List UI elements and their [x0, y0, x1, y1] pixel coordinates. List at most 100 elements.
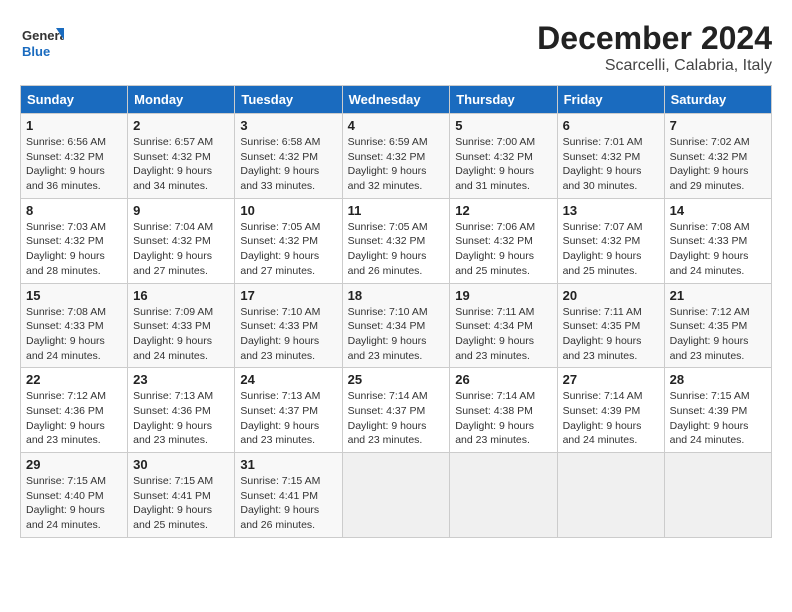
day-number: 17	[240, 288, 336, 303]
day-info: Sunrise: 7:14 AMSunset: 4:39 PMDaylight:…	[563, 389, 659, 448]
page-header: General Blue December 2024 Scarcelli, Ca…	[20, 20, 772, 75]
calendar-day-18: 18 Sunrise: 7:10 AMSunset: 4:34 PMDaylig…	[342, 283, 450, 368]
day-number: 28	[670, 372, 766, 387]
calendar-day-13: 13 Sunrise: 7:07 AMSunset: 4:32 PMDaylig…	[557, 198, 664, 283]
day-info: Sunrise: 7:15 AMSunset: 4:39 PMDaylight:…	[670, 389, 766, 448]
calendar-day-26: 26 Sunrise: 7:14 AMSunset: 4:38 PMDaylig…	[450, 368, 557, 453]
calendar-day-29: 29 Sunrise: 7:15 AMSunset: 4:40 PMDaylig…	[21, 453, 128, 538]
day-info: Sunrise: 7:09 AMSunset: 4:33 PMDaylight:…	[133, 305, 229, 364]
day-info: Sunrise: 7:15 AMSunset: 4:41 PMDaylight:…	[240, 474, 336, 533]
day-info: Sunrise: 7:10 AMSunset: 4:33 PMDaylight:…	[240, 305, 336, 364]
day-number: 3	[240, 118, 336, 133]
day-number: 2	[133, 118, 229, 133]
calendar-week-row: 29 Sunrise: 7:15 AMSunset: 4:40 PMDaylig…	[21, 453, 772, 538]
calendar-day-24: 24 Sunrise: 7:13 AMSunset: 4:37 PMDaylig…	[235, 368, 342, 453]
calendar-day-19: 19 Sunrise: 7:11 AMSunset: 4:34 PMDaylig…	[450, 283, 557, 368]
day-info: Sunrise: 7:06 AMSunset: 4:32 PMDaylight:…	[455, 220, 551, 279]
calendar-day-11: 11 Sunrise: 7:05 AMSunset: 4:32 PMDaylig…	[342, 198, 450, 283]
day-info: Sunrise: 7:02 AMSunset: 4:32 PMDaylight:…	[670, 135, 766, 194]
day-number: 5	[455, 118, 551, 133]
calendar-title: December 2024	[537, 20, 772, 57]
day-info: Sunrise: 7:11 AMSunset: 4:34 PMDaylight:…	[455, 305, 551, 364]
day-number: 7	[670, 118, 766, 133]
header-sunday: Sunday	[21, 86, 128, 114]
day-info: Sunrise: 7:12 AMSunset: 4:36 PMDaylight:…	[26, 389, 122, 448]
day-info: Sunrise: 7:13 AMSunset: 4:37 PMDaylight:…	[240, 389, 336, 448]
day-info: Sunrise: 6:57 AMSunset: 4:32 PMDaylight:…	[133, 135, 229, 194]
day-number: 30	[133, 457, 229, 472]
calendar-table: Sunday Monday Tuesday Wednesday Thursday…	[20, 85, 772, 538]
day-number: 12	[455, 203, 551, 218]
calendar-day-8: 8 Sunrise: 7:03 AMSunset: 4:32 PMDayligh…	[21, 198, 128, 283]
day-number: 27	[563, 372, 659, 387]
day-number: 25	[348, 372, 445, 387]
day-info: Sunrise: 7:05 AMSunset: 4:32 PMDaylight:…	[348, 220, 445, 279]
calendar-day-21: 21 Sunrise: 7:12 AMSunset: 4:35 PMDaylig…	[664, 283, 771, 368]
day-info: Sunrise: 6:59 AMSunset: 4:32 PMDaylight:…	[348, 135, 445, 194]
day-number: 19	[455, 288, 551, 303]
day-info: Sunrise: 7:04 AMSunset: 4:32 PMDaylight:…	[133, 220, 229, 279]
calendar-day-1: 1 Sunrise: 6:56 AMSunset: 4:32 PMDayligh…	[21, 114, 128, 199]
calendar-day-10: 10 Sunrise: 7:05 AMSunset: 4:32 PMDaylig…	[235, 198, 342, 283]
svg-text:Blue: Blue	[22, 44, 50, 59]
day-info: Sunrise: 7:08 AMSunset: 4:33 PMDaylight:…	[670, 220, 766, 279]
calendar-day-28: 28 Sunrise: 7:15 AMSunset: 4:39 PMDaylig…	[664, 368, 771, 453]
day-info: Sunrise: 7:13 AMSunset: 4:36 PMDaylight:…	[133, 389, 229, 448]
day-info: Sunrise: 7:07 AMSunset: 4:32 PMDaylight:…	[563, 220, 659, 279]
calendar-day-25: 25 Sunrise: 7:14 AMSunset: 4:37 PMDaylig…	[342, 368, 450, 453]
calendar-day-12: 12 Sunrise: 7:06 AMSunset: 4:32 PMDaylig…	[450, 198, 557, 283]
day-info: Sunrise: 7:10 AMSunset: 4:34 PMDaylight:…	[348, 305, 445, 364]
day-number: 6	[563, 118, 659, 133]
calendar-day-14: 14 Sunrise: 7:08 AMSunset: 4:33 PMDaylig…	[664, 198, 771, 283]
day-info: Sunrise: 7:05 AMSunset: 4:32 PMDaylight:…	[240, 220, 336, 279]
calendar-week-row: 8 Sunrise: 7:03 AMSunset: 4:32 PMDayligh…	[21, 198, 772, 283]
calendar-day-16: 16 Sunrise: 7:09 AMSunset: 4:33 PMDaylig…	[128, 283, 235, 368]
empty-cell	[450, 453, 557, 538]
calendar-day-3: 3 Sunrise: 6:58 AMSunset: 4:32 PMDayligh…	[235, 114, 342, 199]
calendar-day-27: 27 Sunrise: 7:14 AMSunset: 4:39 PMDaylig…	[557, 368, 664, 453]
calendar-day-23: 23 Sunrise: 7:13 AMSunset: 4:36 PMDaylig…	[128, 368, 235, 453]
calendar-day-9: 9 Sunrise: 7:04 AMSunset: 4:32 PMDayligh…	[128, 198, 235, 283]
day-number: 22	[26, 372, 122, 387]
calendar-day-7: 7 Sunrise: 7:02 AMSunset: 4:32 PMDayligh…	[664, 114, 771, 199]
day-info: Sunrise: 7:12 AMSunset: 4:35 PMDaylight:…	[670, 305, 766, 364]
day-number: 15	[26, 288, 122, 303]
day-number: 13	[563, 203, 659, 218]
day-info: Sunrise: 7:11 AMSunset: 4:35 PMDaylight:…	[563, 305, 659, 364]
day-number: 10	[240, 203, 336, 218]
calendar-day-5: 5 Sunrise: 7:00 AMSunset: 4:32 PMDayligh…	[450, 114, 557, 199]
calendar-subtitle: Scarcelli, Calabria, Italy	[537, 57, 772, 75]
day-number: 9	[133, 203, 229, 218]
day-number: 31	[240, 457, 336, 472]
calendar-day-15: 15 Sunrise: 7:08 AMSunset: 4:33 PMDaylig…	[21, 283, 128, 368]
day-number: 16	[133, 288, 229, 303]
day-info: Sunrise: 7:14 AMSunset: 4:37 PMDaylight:…	[348, 389, 445, 448]
header-monday: Monday	[128, 86, 235, 114]
logo-icon: General Blue	[20, 20, 64, 64]
day-number: 21	[670, 288, 766, 303]
day-number: 24	[240, 372, 336, 387]
title-block: December 2024 Scarcelli, Calabria, Italy	[537, 20, 772, 75]
empty-cell	[664, 453, 771, 538]
day-info: Sunrise: 7:00 AMSunset: 4:32 PMDaylight:…	[455, 135, 551, 194]
calendar-day-6: 6 Sunrise: 7:01 AMSunset: 4:32 PMDayligh…	[557, 114, 664, 199]
day-number: 18	[348, 288, 445, 303]
header-wednesday: Wednesday	[342, 86, 450, 114]
calendar-day-17: 17 Sunrise: 7:10 AMSunset: 4:33 PMDaylig…	[235, 283, 342, 368]
logo: General Blue	[20, 20, 68, 64]
day-info: Sunrise: 7:15 AMSunset: 4:40 PMDaylight:…	[26, 474, 122, 533]
day-info: Sunrise: 7:03 AMSunset: 4:32 PMDaylight:…	[26, 220, 122, 279]
calendar-day-4: 4 Sunrise: 6:59 AMSunset: 4:32 PMDayligh…	[342, 114, 450, 199]
calendar-week-row: 22 Sunrise: 7:12 AMSunset: 4:36 PMDaylig…	[21, 368, 772, 453]
day-number: 23	[133, 372, 229, 387]
header-saturday: Saturday	[664, 86, 771, 114]
day-number: 26	[455, 372, 551, 387]
header-thursday: Thursday	[450, 86, 557, 114]
day-info: Sunrise: 7:08 AMSunset: 4:33 PMDaylight:…	[26, 305, 122, 364]
calendar-day-30: 30 Sunrise: 7:15 AMSunset: 4:41 PMDaylig…	[128, 453, 235, 538]
weekday-header-row: Sunday Monday Tuesday Wednesday Thursday…	[21, 86, 772, 114]
empty-cell	[342, 453, 450, 538]
day-number: 20	[563, 288, 659, 303]
calendar-day-31: 31 Sunrise: 7:15 AMSunset: 4:41 PMDaylig…	[235, 453, 342, 538]
day-info: Sunrise: 7:01 AMSunset: 4:32 PMDaylight:…	[563, 135, 659, 194]
